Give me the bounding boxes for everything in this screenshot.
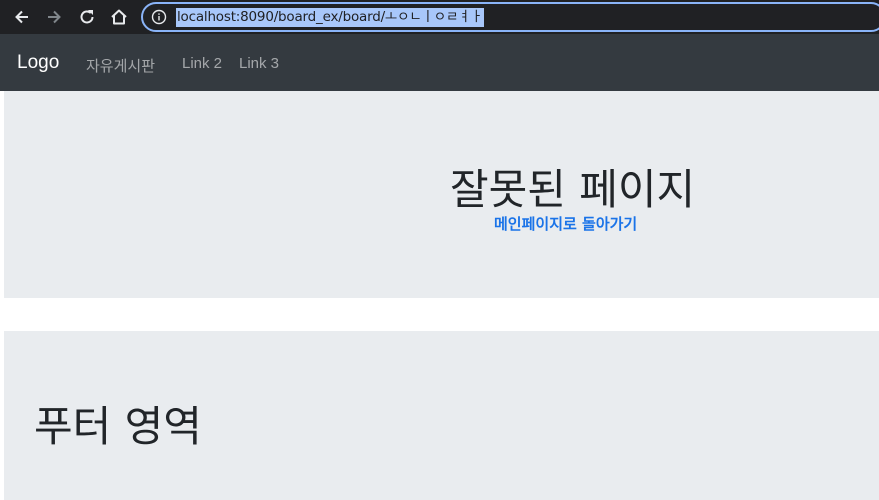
home-button[interactable] <box>107 5 131 29</box>
brand-logo[interactable]: Logo <box>17 52 59 74</box>
url-text[interactable]: localhost:8090/board_ex/board/ㅗㅇㄴㅣㅇㄹㅕㅏ <box>176 8 484 27</box>
error-title: 잘못된 페이지 <box>450 165 696 214</box>
nav-link-3[interactable]: Link 3 <box>239 55 279 72</box>
forward-button[interactable] <box>42 5 66 29</box>
back-to-main-link[interactable]: 메인페이지로 돌아가기 <box>494 213 637 234</box>
nav-link-free-board[interactable]: 자유게시판 <box>86 55 155 76</box>
footer: 푸터 영역 <box>4 331 879 500</box>
back-arrow-icon <box>15 10 28 24</box>
site-navbar: Logo 자유게시판 Link 2 Link 3 <box>0 34 879 91</box>
error-jumbotron: 잘못된 페이지 메인페이지로 돌아가기 <box>4 91 879 298</box>
footer-title: 푸터 영역 <box>34 402 202 451</box>
info-icon[interactable] <box>151 9 167 25</box>
reload-button[interactable] <box>75 5 99 29</box>
browser-toolbar: localhost:8090/board_ex/board/ㅗㅇㄴㅣㅇㄹㅕㅏ <box>0 0 879 34</box>
reload-icon <box>80 10 94 24</box>
address-bar[interactable]: localhost:8090/board_ex/board/ㅗㅇㄴㅣㅇㄹㅕㅏ <box>141 2 879 32</box>
back-button[interactable] <box>10 5 34 29</box>
nav-link-2[interactable]: Link 2 <box>182 55 222 72</box>
home-icon <box>111 9 127 25</box>
forward-arrow-icon <box>48 10 61 24</box>
